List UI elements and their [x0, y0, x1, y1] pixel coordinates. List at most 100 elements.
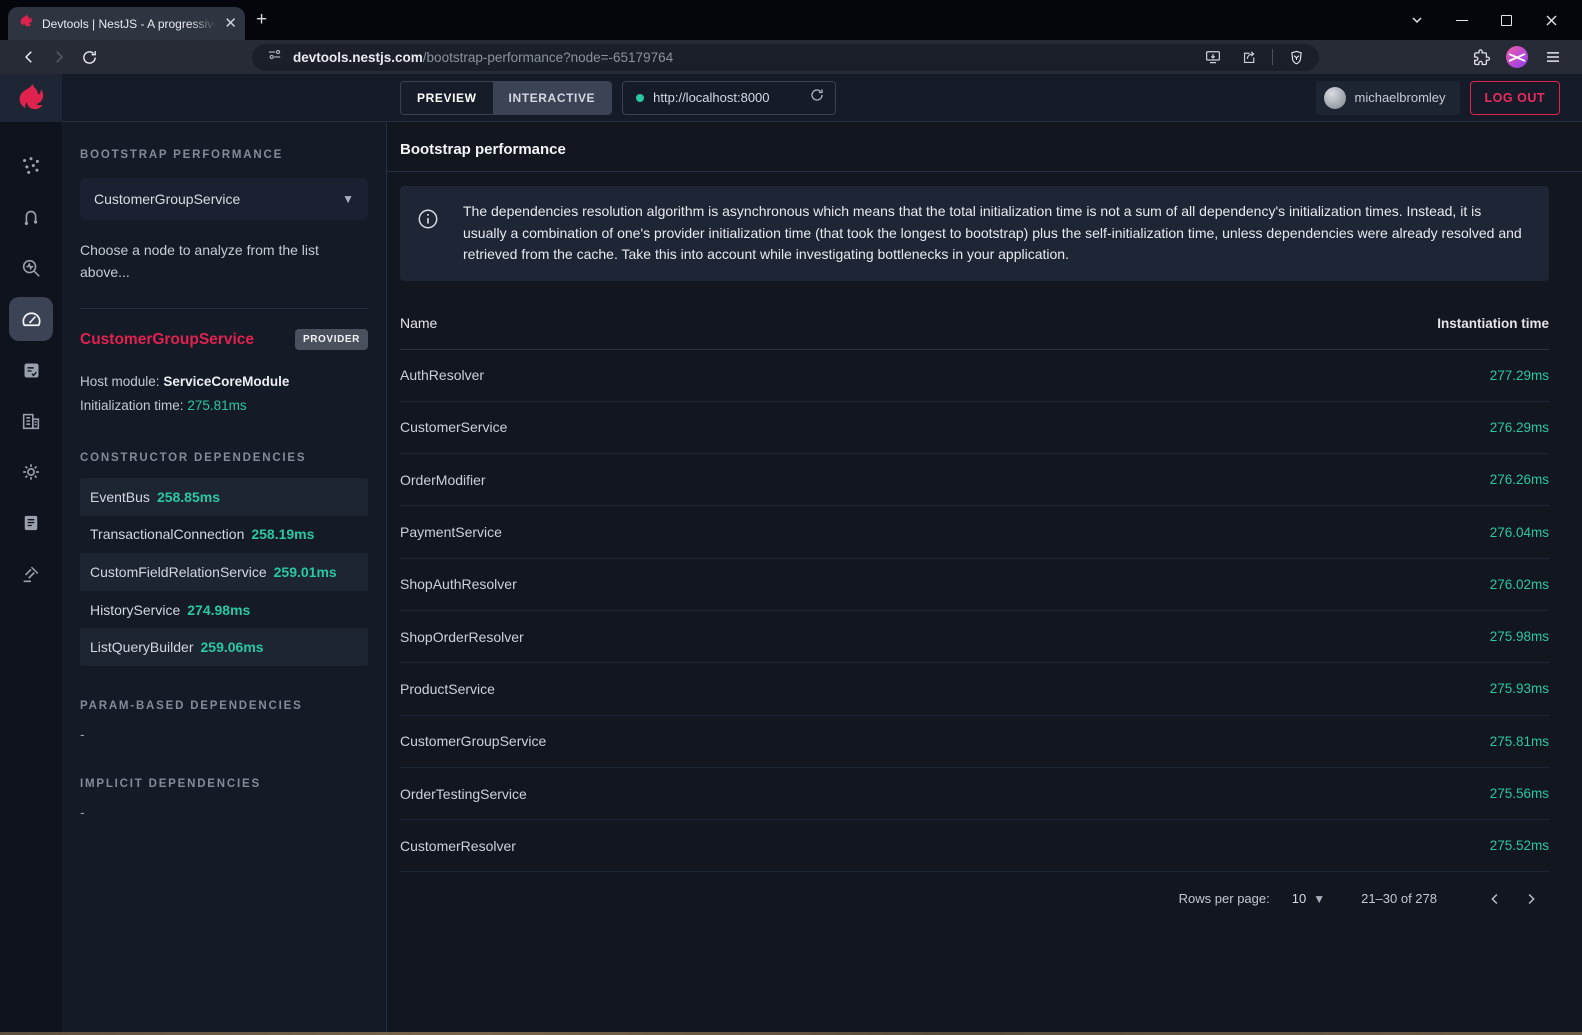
node-details: Host module: ServiceCoreModule Initializ…	[80, 370, 368, 418]
table-row[interactable]: ShopOrderResolver 275.98ms	[400, 611, 1549, 663]
main-content: Bootstrap performance The dependencies r…	[387, 122, 1582, 1035]
nav-issues-icon[interactable]	[9, 552, 53, 596]
install-app-icon[interactable]	[1200, 45, 1226, 69]
dep-item[interactable]: TransactionalConnection 258.19ms	[80, 516, 368, 554]
row-time: 276.02ms	[1490, 577, 1549, 592]
next-page-button[interactable]	[1513, 881, 1549, 917]
rows-per-page-value: 10	[1292, 891, 1306, 906]
row-name: AuthResolver	[400, 367, 484, 383]
row-name: CustomerResolver	[400, 838, 516, 854]
nestjs-logo-icon	[0, 74, 62, 122]
row-time: 275.98ms	[1490, 629, 1549, 644]
param-deps-title: PARAM-BASED DEPENDENCIES	[80, 700, 368, 712]
dep-time: 258.85ms	[157, 489, 220, 505]
table-row[interactable]: OrderModifier 276.26ms	[400, 454, 1549, 506]
column-instantiation-time: Instantiation time	[1437, 316, 1549, 331]
table-row[interactable]: ProductService 275.93ms	[400, 663, 1549, 715]
dep-name: EventBus	[90, 489, 150, 505]
info-icon	[417, 208, 439, 235]
logout-button[interactable]: LOG OUT	[1470, 81, 1560, 115]
table-row[interactable]: PaymentService 276.04ms	[400, 506, 1549, 558]
nav-routes-icon[interactable]	[9, 195, 53, 239]
selected-node-name: CustomerGroupService	[80, 331, 254, 349]
browser-titlebar: Devtools | NestJS - A progressive ✕ +	[0, 0, 1582, 40]
target-url-box[interactable]: http://localhost:8000	[622, 81, 836, 115]
row-time: 275.56ms	[1490, 786, 1549, 801]
panel-divider	[80, 308, 368, 309]
new-tab-button[interactable]: +	[256, 10, 267, 29]
pagination-range: 21–30 of 278	[1361, 891, 1437, 906]
tab-search-icon[interactable]	[1394, 0, 1439, 40]
target-url: http://localhost:8000	[653, 90, 800, 105]
rows-per-page-select[interactable]: 10 ▼	[1292, 891, 1325, 906]
preview-tab[interactable]: PREVIEW	[401, 82, 493, 114]
dep-name: ListQueryBuilder	[90, 639, 194, 655]
host-module-label: Host module:	[80, 374, 160, 389]
close-button[interactable]	[1529, 0, 1574, 40]
table-row[interactable]: OrderTestingService 275.56ms	[400, 768, 1549, 820]
table-row[interactable]: CustomerGroupService 275.81ms	[400, 716, 1549, 768]
previous-page-button[interactable]	[1477, 881, 1513, 917]
dep-item[interactable]: ListQueryBuilder 259.06ms	[80, 628, 368, 666]
row-name: CustomerGroupService	[400, 733, 546, 749]
app-header: PREVIEW INTERACTIVE http://localhost:800…	[0, 74, 1582, 122]
node-select[interactable]: CustomerGroupService ▼	[80, 178, 368, 220]
browser-tab[interactable]: Devtools | NestJS - A progressive ✕	[8, 7, 245, 40]
dep-time: 274.98ms	[187, 602, 250, 618]
dep-item[interactable]: EventBus 258.85ms	[80, 478, 368, 516]
param-deps-empty: -	[80, 726, 368, 742]
nav-settings-icon[interactable]	[9, 450, 53, 494]
extensions-icon[interactable]	[1466, 43, 1496, 71]
table-row[interactable]: CustomerService 276.29ms	[400, 402, 1549, 454]
url-host: devtools.nestjs.com	[293, 50, 423, 65]
row-time: 275.52ms	[1490, 838, 1549, 853]
mode-switcher: PREVIEW INTERACTIVE	[400, 81, 612, 115]
node-select-value: CustomerGroupService	[94, 191, 240, 207]
chevron-down-icon: ▼	[1313, 892, 1325, 906]
row-time: 275.81ms	[1490, 734, 1549, 749]
tab-close-icon[interactable]: ✕	[224, 16, 237, 31]
user-avatar	[1324, 87, 1346, 109]
refresh-target-icon[interactable]	[809, 87, 825, 108]
reload-icon[interactable]	[74, 43, 104, 71]
nav-audits-icon[interactable]	[9, 348, 53, 392]
dep-name: TransactionalConnection	[90, 526, 244, 542]
nav-graph-icon[interactable]	[9, 144, 53, 188]
nav-rail	[0, 122, 62, 1035]
row-name: ProductService	[400, 681, 495, 697]
user-chip[interactable]: michaelbromley	[1316, 81, 1460, 115]
nav-modules-icon[interactable]	[9, 399, 53, 443]
maximize-button[interactable]	[1484, 0, 1529, 40]
analysis-panel: BOOTSTRAP PERFORMANCE CustomerGroupServi…	[62, 122, 387, 1035]
profile-avatar[interactable]	[1502, 43, 1532, 71]
implicit-deps-empty: -	[80, 804, 368, 820]
forward-icon[interactable]	[44, 43, 74, 71]
back-icon[interactable]	[14, 43, 44, 71]
dep-time: 259.01ms	[274, 564, 337, 580]
nav-insights-icon[interactable]	[9, 246, 53, 290]
site-settings-icon[interactable]	[266, 46, 283, 68]
menu-icon[interactable]	[1538, 43, 1568, 71]
address-bar[interactable]: devtools.nestjs.com/bootstrap-performanc…	[252, 44, 1319, 71]
page-title: Bootstrap performance	[400, 122, 1549, 158]
minimize-button[interactable]	[1439, 0, 1484, 40]
column-name: Name	[400, 315, 437, 331]
row-name: OrderTestingService	[400, 786, 527, 802]
brave-shields-icon[interactable]	[1283, 45, 1309, 69]
row-time: 275.93ms	[1490, 681, 1549, 696]
nav-docs-icon[interactable]	[9, 501, 53, 545]
table-row[interactable]: AuthResolver 277.29ms	[400, 350, 1549, 402]
url-path: /bootstrap-performance?node=-65179764	[423, 50, 673, 65]
table-row[interactable]: CustomerResolver 275.52ms	[400, 820, 1549, 872]
performance-table: AuthResolver 277.29ms CustomerService 27…	[400, 350, 1549, 873]
interactive-tab[interactable]: INTERACTIVE	[493, 82, 612, 114]
init-time-value: 275.81ms	[187, 398, 246, 413]
provider-badge: PROVIDER	[295, 329, 368, 350]
dep-item[interactable]: HistoryService 274.98ms	[80, 591, 368, 629]
share-icon[interactable]	[1236, 45, 1262, 69]
table-row[interactable]: ShopAuthResolver 276.02ms	[400, 559, 1549, 611]
dep-item[interactable]: CustomFieldRelationService 259.01ms	[80, 553, 368, 591]
nav-performance-icon[interactable]	[9, 297, 53, 341]
row-time: 277.29ms	[1490, 368, 1549, 383]
constructor-deps-list: EventBus 258.85ms TransactionalConnectio…	[80, 478, 368, 666]
